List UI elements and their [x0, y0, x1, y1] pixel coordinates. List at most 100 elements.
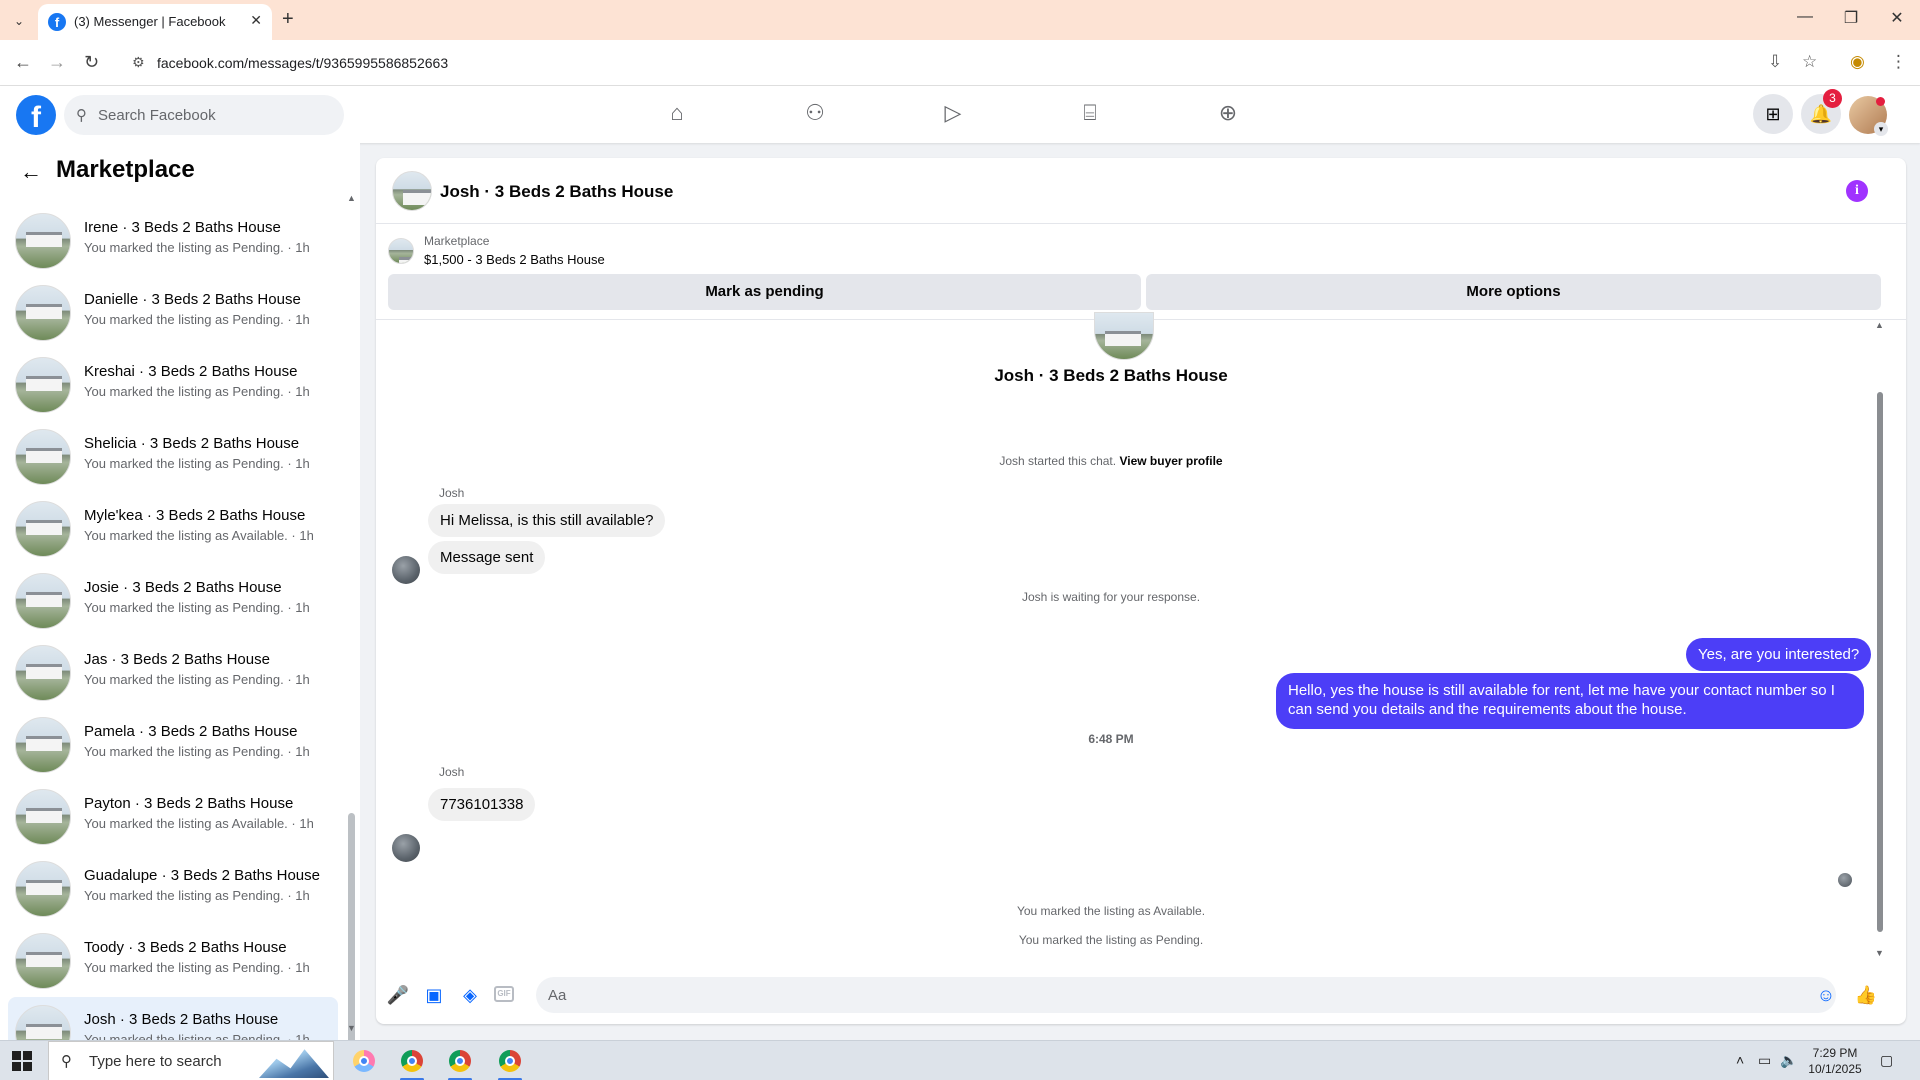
address-bar-row: ← → ↻ ⚙ facebook.com/messages/t/93659955… [0, 40, 1920, 86]
menu-grid-icon[interactable]: ⊞ [1753, 94, 1793, 134]
conversation-item[interactable]: Josh · 3 Beds 2 Baths House You marked th… [8, 997, 338, 1040]
url-text[interactable]: facebook.com/messages/t/9365995586852663 [157, 55, 448, 71]
conversation-item[interactable]: Guadalupe · 3 Beds 2 Baths House You mark… [8, 853, 338, 925]
gif-icon[interactable]: GIF [494, 986, 514, 1002]
video-icon[interactable]: ▷ [938, 100, 968, 130]
sidebar-scrollbar[interactable] [348, 813, 355, 1040]
conversation-preview: You marked the listing as Pending. · 1h [84, 240, 310, 255]
sender-avatar[interactable] [392, 834, 420, 862]
conversation-item[interactable]: Jas · 3 Beds 2 Baths House You marked the… [8, 637, 338, 709]
network-icon[interactable]: ▭ [1758, 1052, 1771, 1069]
back-arrow-icon[interactable]: ← [14, 52, 32, 73]
scroll-down-arrow-icon[interactable]: ▼ [347, 1023, 356, 1033]
conversation-preview: You marked the listing as Pending. · 1h [84, 1032, 310, 1040]
mark-pending-button[interactable]: Mark as pending [388, 274, 1141, 310]
taskbar-search-text[interactable]: Type here to search [89, 1053, 222, 1070]
scroll-up-arrow-icon[interactable]: ▲ [347, 193, 356, 203]
view-buyer-profile-link[interactable]: View buyer profile [1119, 454, 1222, 468]
outgoing-message[interactable]: Yes, are you interested? [1686, 638, 1872, 671]
forward-arrow-icon[interactable]: → [48, 52, 66, 73]
gaming-icon[interactable]: ⊕ [1213, 100, 1243, 130]
volume-icon[interactable]: 🔈 [1780, 1052, 1797, 1069]
chrome-taskbar-icon[interactable] [440, 1045, 480, 1080]
conversation-item[interactable]: Josie · 3 Beds 2 Baths House You marked t… [8, 565, 338, 637]
conversation-thumbnail [15, 645, 71, 701]
sender-avatar[interactable] [392, 556, 420, 584]
conversation-item[interactable]: Payton · 3 Beds 2 Baths House You marked … [8, 781, 338, 853]
conversation-thumbnail [15, 573, 71, 629]
outgoing-message[interactable]: Hello, yes the house is still available … [1276, 673, 1864, 729]
install-app-icon[interactable]: ⇩ [1768, 52, 1782, 72]
marketplace-sidebar: ← Marketplace Irene · 3 Beds 2 Baths Hou… [0, 143, 360, 1040]
conversation-preview: You marked the listing as Pending. · 1h [84, 744, 310, 759]
windows-start-icon[interactable] [12, 1051, 32, 1071]
tray-chevron-up-icon[interactable]: ˄ [1736, 1052, 1744, 1068]
tab-search-icon[interactable]: ⌄ [8, 10, 30, 32]
listing-thumbnail[interactable] [392, 171, 432, 211]
scroll-down-arrow-icon[interactable]: ▼ [1875, 948, 1884, 958]
incoming-message[interactable]: 7736101338 [428, 788, 536, 821]
browser-tab[interactable]: f (3) Messenger | Facebook ✕ [38, 4, 272, 40]
conversation-item[interactable]: Myle'kea · 3 Beds 2 Baths House You marke… [8, 493, 338, 565]
conversation-item[interactable]: Irene · 3 Beds 2 Baths House You marked t… [8, 205, 338, 277]
taskbar-clock[interactable]: 7:29 PM 10/1/2025 [1800, 1045, 1870, 1077]
conversation-name: Jas · 3 Beds 2 Baths House [84, 651, 270, 668]
like-thumbs-up-icon[interactable]: 👍 [1854, 983, 1878, 1007]
friends-icon[interactable]: ⚇ [800, 100, 830, 130]
conversation-name: Payton · 3 Beds 2 Baths House [84, 795, 294, 812]
new-tab-button[interactable]: + [282, 8, 294, 31]
conversation-thumbnail [15, 933, 71, 989]
conversation-thumbnail [15, 213, 71, 269]
conversation-name: Josh · 3 Beds 2 Baths House [994, 366, 1228, 385]
tab-close-icon[interactable]: ✕ [250, 12, 262, 29]
conversation-name: Shelicia · 3 Beds 2 Baths House [84, 435, 300, 452]
copilot-icon[interactable] [344, 1045, 384, 1077]
thread-scrollbar[interactable] [1877, 392, 1883, 932]
conversation-item[interactable]: Shelicia · 3 Beds 2 Baths House You marke… [8, 421, 338, 493]
reload-icon[interactable]: ↻ [84, 52, 99, 73]
listing-price[interactable]: $1,500 - 3 Beds 2 Baths House [424, 252, 605, 267]
site-info-icon[interactable]: ⚙ [132, 54, 145, 71]
chrome-taskbar-icon[interactable] [490, 1045, 530, 1080]
conversation-thumbnail [1094, 312, 1154, 360]
home-icon[interactable]: ⌂ [662, 100, 692, 130]
sticker-icon[interactable]: ◈ [458, 983, 482, 1007]
conversation-preview: You marked the listing as Pending. · 1h [84, 312, 310, 327]
chevron-down-icon[interactable]: ▾ [1874, 122, 1888, 136]
emoji-icon[interactable]: ☺ [1814, 983, 1838, 1007]
account-alert-dot [1876, 97, 1885, 106]
facebook-logo-icon[interactable]: f [16, 95, 56, 135]
message-input[interactable] [536, 977, 1836, 1013]
chrome-menu-icon[interactable]: ⋮ [1890, 52, 1907, 72]
conversation-item[interactable]: Toody · 3 Beds 2 Baths House You marked t… [8, 925, 338, 997]
chat-title[interactable]: Josh · 3 Beds 2 Baths House [440, 182, 673, 202]
incoming-message[interactable]: Message sent [428, 541, 546, 574]
search-input[interactable] [98, 104, 328, 126]
microphone-icon[interactable]: 🎤 [386, 983, 410, 1007]
conversation-name: Josh · 3 Beds 2 Baths House [84, 1011, 279, 1028]
conversation-item[interactable]: Danielle · 3 Beds 2 Baths House You marke… [8, 277, 338, 349]
waiting-note: Josh is waiting for your response. [1021, 590, 1201, 604]
conversation-item[interactable]: Kreshai · 3 Beds 2 Baths House You marked… [8, 349, 338, 421]
conversation-thumbnail [15, 1005, 71, 1040]
photo-icon[interactable]: ▣ [422, 983, 446, 1007]
taskbar-search-box[interactable]: ⚲ Type here to search [48, 1041, 334, 1080]
search-box[interactable]: ⚲ [64, 95, 344, 135]
minimize-button[interactable]: — [1782, 8, 1828, 26]
marketplace-icon[interactable]: ⌸ [1075, 100, 1105, 130]
bookmark-star-icon[interactable]: ☆ [1802, 52, 1817, 72]
more-options-button[interactable]: More options [1146, 274, 1881, 310]
sender-name: Josh [439, 765, 465, 779]
incoming-message[interactable]: Hi Melissa, is this still available? [428, 504, 666, 537]
conversation-preview: You marked the listing as Available. · 1… [84, 528, 314, 543]
scroll-up-arrow-icon[interactable]: ▲ [1875, 320, 1884, 330]
close-window-button[interactable]: ✕ [1874, 8, 1920, 28]
back-arrow-icon[interactable]: ← [20, 159, 42, 185]
notification-center-icon[interactable]: ▢ [1880, 1052, 1893, 1069]
conversation-item[interactable]: Pamela · 3 Beds 2 Baths House You marked … [8, 709, 338, 781]
restore-button[interactable]: ❐ [1828, 8, 1874, 28]
info-icon[interactable]: i [1846, 180, 1868, 202]
omnibox[interactable]: ⚙ facebook.com/messages/t/93659955868526… [122, 46, 1782, 80]
chrome-taskbar-icon[interactable] [392, 1045, 432, 1080]
profile-icon[interactable]: ◉ [1850, 52, 1865, 72]
